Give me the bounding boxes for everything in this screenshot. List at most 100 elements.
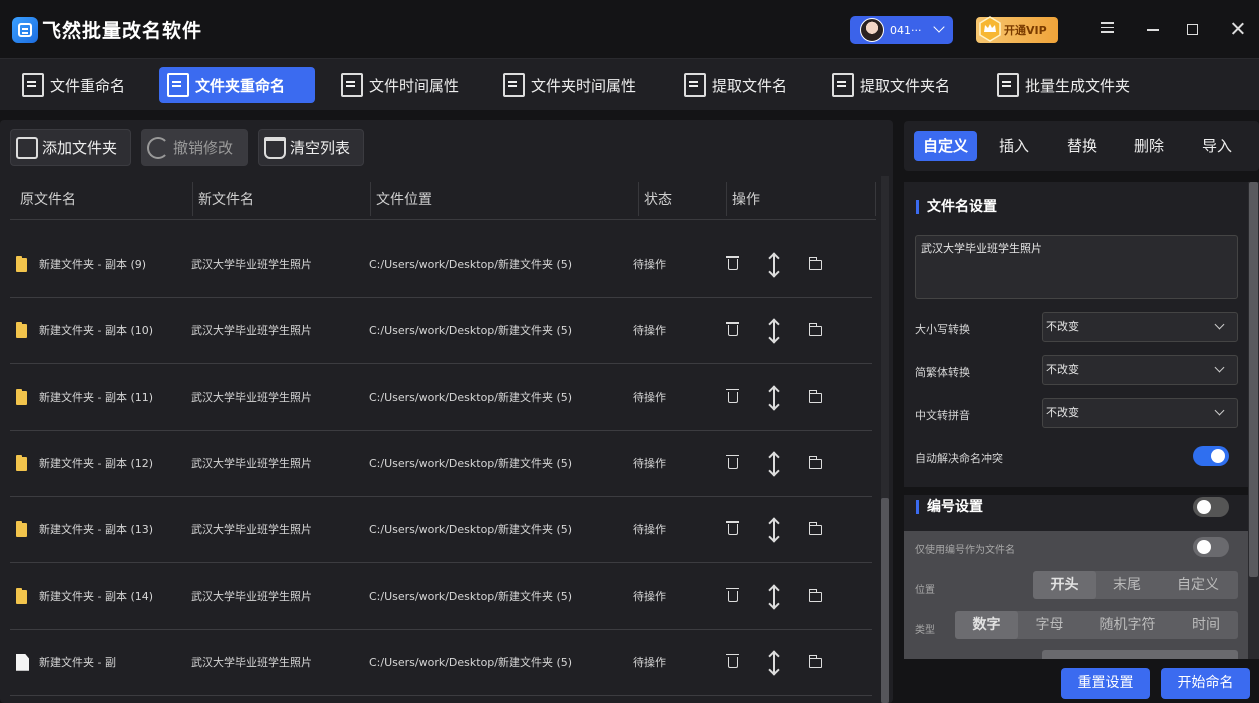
trash-icon[interactable] xyxy=(726,388,739,403)
status-cell: 待操作 xyxy=(633,456,666,470)
title-bar: 飞然批量改名软件 041··· 开通VIP xyxy=(0,0,1259,58)
traditional-select[interactable]: 不改变 xyxy=(1042,355,1238,385)
move-icon[interactable] xyxy=(773,452,775,475)
table-row[interactable]: 新建文件夹 - 副本 (13) 武汉大学毕业班学生照片 C:/Users/work/… xyxy=(10,497,872,564)
only-number-toggle[interactable] xyxy=(1193,537,1229,557)
tab-file-rename[interactable]: 文件重命名 xyxy=(14,67,135,103)
undo-icon xyxy=(147,136,169,159)
conflict-toggle[interactable] xyxy=(1193,446,1229,466)
tab-extract-filename[interactable]: 提取文件名 xyxy=(676,67,797,103)
table-row[interactable]: 新建文件夹 - 副本 (10) 武汉大学毕业班学生照片 C:/Users/work/… xyxy=(10,298,872,365)
tab-batch-create-folder[interactable]: 批量生成文件夹 xyxy=(989,67,1140,103)
basket-icon xyxy=(264,136,286,159)
move-icon[interactable] xyxy=(773,519,775,542)
undo-button[interactable]: 撤销修改 xyxy=(141,129,248,166)
vip-button[interactable]: 开通VIP xyxy=(976,16,1058,43)
column-header[interactable]: 新文件名 xyxy=(198,180,254,220)
tab-folder-time[interactable]: 文件夹时间属性 xyxy=(495,67,646,103)
tab-custom[interactable]: 自定义 xyxy=(914,131,978,161)
tab-extract-foldername[interactable]: 提取文件夹名 xyxy=(824,67,960,103)
table-row[interactable]: 新建文件夹 - 副本 (9) 武汉大学毕业班学生照片 C:/Users/work/D… xyxy=(10,232,872,298)
open-folder-icon[interactable] xyxy=(809,654,822,668)
trash-icon[interactable] xyxy=(726,653,739,668)
file-list-panel: 添加文件夹 撤销修改 清空列表 原文件名 新文件名 文件位置 状态 操作 新建文… xyxy=(0,120,893,703)
table-row[interactable]: 新建文件夹 - 副本 (14) 武汉大学毕业班学生照片 C:/Users/work/… xyxy=(10,564,872,630)
open-folder-icon[interactable] xyxy=(809,522,822,536)
open-folder-icon[interactable] xyxy=(809,455,822,469)
close-icon[interactable] xyxy=(1231,22,1245,36)
table-row[interactable]: 新建文件夹 - 副 武汉大学毕业班学生照片 C:/Users/work/Deskto… xyxy=(10,630,872,696)
clear-list-button[interactable]: 清空列表 xyxy=(258,129,364,166)
type-letter[interactable]: 字母 xyxy=(1018,611,1081,639)
new-name-textarea[interactable]: 武汉大学毕业班学生照片 xyxy=(915,235,1238,299)
position-custom[interactable]: 自定义 xyxy=(1158,571,1238,599)
type-time[interactable]: 时间 xyxy=(1174,611,1238,639)
tab-folder-rename[interactable]: 文件夹重命名 xyxy=(159,67,315,103)
numbering-toggle[interactable] xyxy=(1193,497,1229,517)
tab-insert[interactable]: 插入 xyxy=(990,131,1038,161)
location-cell: C:/Users/work/Desktop/新建文件夹 (5) xyxy=(369,456,573,470)
case-label: 大小写转换 xyxy=(915,323,970,336)
column-header[interactable]: 文件位置 xyxy=(376,180,432,220)
tab-delete[interactable]: 删除 xyxy=(1125,131,1173,161)
location-cell: C:/Users/work/Desktop/新建文件夹 (5) xyxy=(369,523,573,537)
position-end[interactable]: 末尾 xyxy=(1096,571,1158,599)
tab-replace[interactable]: 替换 xyxy=(1058,131,1106,161)
tab-label: 文件夹重命名 xyxy=(195,76,286,95)
minimize-icon[interactable] xyxy=(1147,22,1161,36)
open-folder-icon[interactable] xyxy=(809,323,822,337)
main-tab-bar: 文件重命名 文件夹重命名 文件时间属性 文件夹时间属性 提取文件名 提取文件夹名… xyxy=(0,58,1259,110)
table-row[interactable]: 新建文件夹 - 副本 (12) 武汉大学毕业班学生照片 C:/Users/work/… xyxy=(10,431,872,497)
start-rename-button[interactable]: 开始命名 xyxy=(1161,668,1250,699)
numbering-options: 仅使用编号作为文件名 位置 开头 末尾 自定义 类型 数字 字母 随机字符 时间 xyxy=(904,531,1248,659)
settings-scrollbar[interactable] xyxy=(1248,182,1259,659)
folder-upload-icon xyxy=(832,73,854,97)
location-cell: C:/Users/work/Desktop/新建文件夹 (5) xyxy=(369,589,573,603)
add-folder-button[interactable]: 添加文件夹 xyxy=(10,129,131,166)
move-icon[interactable] xyxy=(773,320,775,343)
column-header[interactable]: 原文件名 xyxy=(20,180,76,220)
move-icon[interactable] xyxy=(773,585,775,608)
original-name-cell: 新建文件夹 - 副本 (9) xyxy=(39,258,147,271)
folder-icon xyxy=(16,454,27,471)
maximize-icon[interactable] xyxy=(1187,24,1198,35)
trash-icon[interactable] xyxy=(726,587,739,602)
type-random[interactable]: 随机字符 xyxy=(1081,611,1174,639)
trash-icon[interactable] xyxy=(726,322,739,337)
tab-file-time[interactable]: 文件时间属性 xyxy=(333,67,469,103)
chevron-down-icon xyxy=(1214,405,1225,416)
original-name-cell: 新建文件夹 - 副本 (13) xyxy=(39,523,154,537)
folder-icon xyxy=(16,521,27,538)
chevron-down-icon xyxy=(933,21,945,33)
numbering-extra-field[interactable] xyxy=(1042,650,1238,659)
trash-icon[interactable] xyxy=(726,521,739,536)
open-folder-icon[interactable] xyxy=(809,257,822,270)
menu-icon[interactable] xyxy=(1101,22,1115,36)
open-folder-icon[interactable] xyxy=(809,588,822,602)
new-name-cell: 武汉大学毕业班学生照片 xyxy=(191,523,312,537)
reset-settings-button[interactable]: 重置设置 xyxy=(1061,668,1150,699)
table-row[interactable]: 新建文件夹 - 副本 (11) 武汉大学毕业班学生照片 C:/Users/work/… xyxy=(10,365,872,431)
position-start[interactable]: 开头 xyxy=(1033,571,1096,599)
trash-icon[interactable] xyxy=(726,454,739,469)
column-header[interactable]: 状态 xyxy=(644,180,672,220)
settings-scrollbar-thumb[interactable] xyxy=(1249,182,1258,577)
folder-icon xyxy=(16,388,27,405)
tab-import[interactable]: 导入 xyxy=(1193,131,1241,161)
move-icon[interactable] xyxy=(773,254,775,276)
move-icon[interactable] xyxy=(773,651,775,674)
add-folder-icon xyxy=(16,136,38,159)
case-select[interactable]: 不改变 xyxy=(1042,312,1238,342)
type-number[interactable]: 数字 xyxy=(955,611,1018,639)
chevron-down-icon xyxy=(1214,362,1225,373)
pinyin-select[interactable]: 不改变 xyxy=(1042,398,1238,428)
trash-icon[interactable] xyxy=(726,256,739,270)
app-title: 飞然批量改名软件 xyxy=(42,20,203,42)
list-scrollbar[interactable] xyxy=(881,176,889,703)
list-scrollbar-thumb[interactable] xyxy=(881,498,889,703)
user-account-button[interactable]: 041··· xyxy=(850,16,953,44)
move-icon[interactable] xyxy=(773,386,775,409)
open-folder-icon[interactable] xyxy=(809,389,822,403)
location-cell: C:/Users/work/Desktop/新建文件夹 (5) xyxy=(369,390,573,404)
folder-icon xyxy=(16,587,27,604)
